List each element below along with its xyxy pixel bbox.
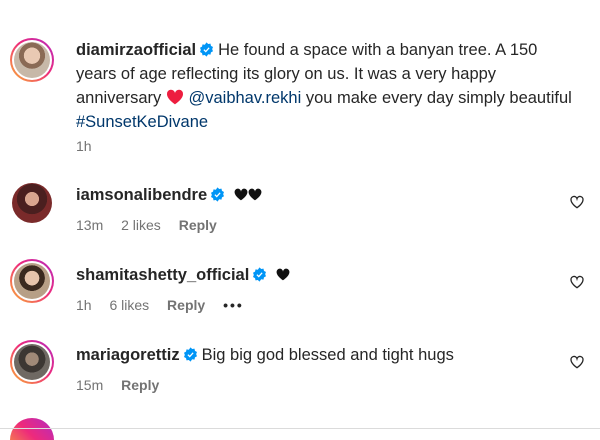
comment-username[interactable]: mariagorettiz: [76, 346, 180, 364]
comment-text: Big big god blessed and tight hugs: [201, 346, 454, 364]
comment-likes[interactable]: 6 likes: [109, 297, 149, 313]
like-heart-outline-icon[interactable]: [569, 194, 585, 210]
comment-1: iamsonalibendre: [76, 184, 262, 206]
comment-username[interactable]: shamitashetty_official: [76, 266, 249, 284]
caption: diamirzaofficial He found a space with a …: [76, 38, 576, 134]
caption-hashtag-link[interactable]: #SunsetKeDivane: [76, 113, 208, 131]
comment-avatar[interactable]: [10, 259, 54, 303]
reply-button[interactable]: Reply: [121, 377, 159, 393]
reply-button[interactable]: Reply: [179, 217, 217, 233]
caption-text-2: you make every day simply beautiful: [305, 89, 572, 107]
like-heart-outline-icon[interactable]: [569, 274, 585, 290]
caption-meta: 1h: [76, 138, 106, 154]
verified-badge-icon: [253, 267, 267, 282]
comment-username[interactable]: iamsonalibendre: [76, 186, 207, 204]
black-heart-emoji-icon: [276, 268, 290, 281]
comment-meta: 13m 2 likes Reply: [76, 217, 231, 233]
caption-time[interactable]: 1h: [76, 138, 92, 154]
caption-username[interactable]: diamirzaofficial: [76, 41, 196, 59]
caption-avatar[interactable]: [10, 38, 54, 82]
black-heart-emoji-icon: [234, 188, 248, 201]
comment-3: mariagorettiz Big big god blessed and tig…: [76, 344, 454, 366]
comment-avatar[interactable]: [10, 340, 54, 384]
comment-avatar[interactable]: [12, 183, 52, 223]
comment-time[interactable]: 15m: [76, 377, 103, 393]
black-heart-emoji-icon: [248, 188, 262, 201]
comment-meta: 15m Reply: [76, 377, 173, 393]
reply-button[interactable]: Reply: [167, 297, 205, 313]
verified-badge-icon: [211, 187, 225, 202]
verified-badge-icon: [200, 42, 214, 57]
next-comment-avatar[interactable]: [10, 418, 54, 440]
comment-2: shamitashetty_official: [76, 264, 290, 286]
caption-mention-link[interactable]: @vaibhav.rekhi: [188, 89, 301, 107]
comment-meta: 1h 6 likes Reply •••: [76, 297, 258, 313]
more-options-icon[interactable]: •••: [223, 297, 244, 313]
verified-badge-icon: [183, 347, 197, 362]
comment-time[interactable]: 1h: [76, 297, 92, 313]
comment-likes[interactable]: 2 likes: [121, 217, 161, 233]
like-heart-outline-icon[interactable]: [569, 354, 585, 370]
comment-time[interactable]: 13m: [76, 217, 103, 233]
divider: [0, 428, 600, 429]
red-heart-emoji-icon: [166, 89, 183, 105]
